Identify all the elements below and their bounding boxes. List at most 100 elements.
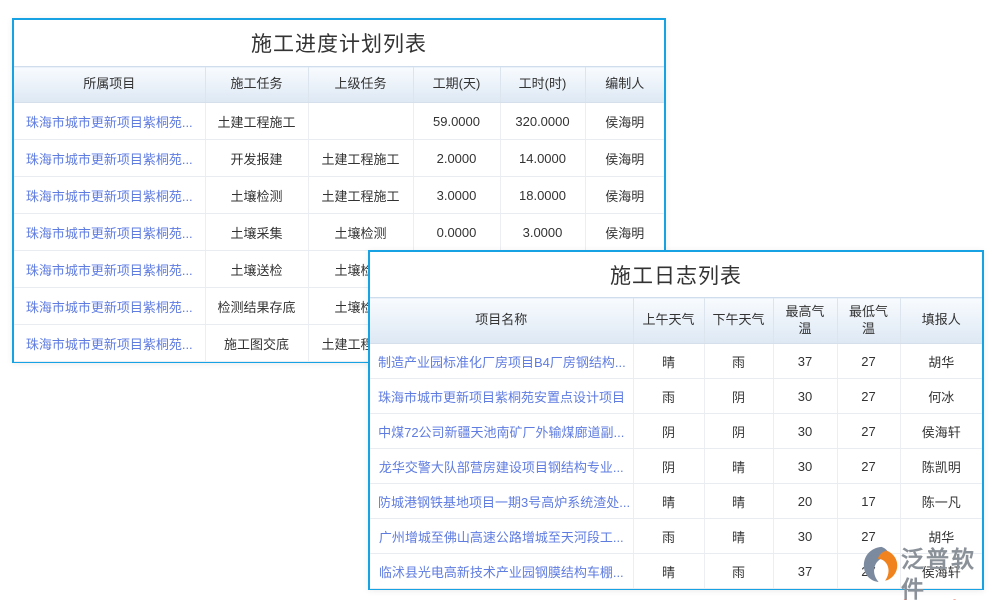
cell-author: 陈一凡 — [900, 484, 982, 519]
log-col-pm-weather: 下午天气 — [704, 298, 773, 344]
table-row: 制造产业园标准化厂房项目B4厂房钢结构...晴雨3727胡华 — [370, 344, 982, 379]
cell-pm: 阴 — [704, 379, 773, 414]
cell-am: 晴 — [633, 344, 704, 379]
plan-header-row: 所属项目 施工任务 上级任务 工期(天) 工时(时) 编制人 — [14, 67, 664, 103]
cell-min: 27 — [837, 379, 900, 414]
cell-hours: 14.0000 — [500, 140, 585, 177]
cell-project[interactable]: 珠海市城市更新项目紫桐苑... — [14, 251, 205, 288]
cell-parent: 土建工程施工 — [308, 140, 413, 177]
log-col-am-weather: 上午天气 — [633, 298, 704, 344]
cell-project[interactable]: 珠海市城市更新项目紫桐苑... — [14, 325, 205, 362]
cell-author: 侯海明 — [585, 214, 664, 251]
cell-pm: 阴 — [704, 414, 773, 449]
cell-project[interactable]: 珠海市城市更新项目紫桐苑... — [14, 103, 205, 140]
cell-min: 17 — [837, 484, 900, 519]
log-col-reporter: 填报人 — [900, 298, 982, 344]
cell-author: 侯海明 — [585, 103, 664, 140]
plan-col-duration-days: 工期(天) — [413, 67, 500, 103]
cell-task: 检测结果存底 — [205, 288, 308, 325]
table-row: 珠海市城市更新项目紫桐苑...开发报建土建工程施工2.000014.0000侯海… — [14, 140, 664, 177]
cell-author: 侯海明 — [585, 177, 664, 214]
cell-max: 30 — [773, 519, 837, 554]
cell-pm: 晴 — [704, 484, 773, 519]
cell-am: 晴 — [633, 484, 704, 519]
cell-min: 27 — [837, 414, 900, 449]
cell-max: 30 — [773, 379, 837, 414]
cell-am: 阴 — [633, 414, 704, 449]
cell-hours: 18.0000 — [500, 177, 585, 214]
log-header-row: 项目名称 上午天气 下午天气 最高气温 最低气温 填报人 — [370, 298, 982, 344]
cell-max: 37 — [773, 554, 837, 589]
table-row: 珠海市城市更新项目紫桐苑...土壤采集土壤检测0.00003.0000侯海明 — [14, 214, 664, 251]
cell-max: 20 — [773, 484, 837, 519]
plan-window-title: 施工进度计划列表 — [14, 20, 664, 66]
cell-min: 27 — [837, 519, 900, 554]
cell-hours: 3.0000 — [500, 214, 585, 251]
cell-pm: 晴 — [704, 449, 773, 484]
cell-author: 胡华 — [900, 519, 982, 554]
cell-am: 雨 — [633, 379, 704, 414]
cell-project[interactable]: 制造产业园标准化厂房项目B4厂房钢结构... — [370, 344, 633, 379]
cell-project[interactable]: 珠海市城市更新项目紫桐苑... — [14, 288, 205, 325]
cell-parent: 土壤检测 — [308, 214, 413, 251]
table-row: 防城港钢铁基地项目一期3号高炉系统渣处...晴晴2017陈一凡 — [370, 484, 982, 519]
cell-am: 阴 — [633, 449, 704, 484]
cell-min: 27 — [837, 449, 900, 484]
table-row: 临沭县光电高新技术产业园钢膜结构车棚...晴雨3727侯海轩 — [370, 554, 982, 589]
table-row: 中煤72公司新疆天池南矿厂外输煤廊道副...阴阴3027侯海轩 — [370, 414, 982, 449]
cell-am: 晴 — [633, 554, 704, 589]
cell-task: 土壤检测 — [205, 177, 308, 214]
cell-task: 施工图交底 — [205, 325, 308, 362]
cell-am: 雨 — [633, 519, 704, 554]
cell-author: 何冰 — [900, 379, 982, 414]
table-row: 珠海市城市更新项目紫桐苑...土建工程施工59.0000320.0000侯海明 — [14, 103, 664, 140]
cell-duration: 2.0000 — [413, 140, 500, 177]
cell-task: 土壤送检 — [205, 251, 308, 288]
cell-parent — [308, 103, 413, 140]
log-table: 项目名称 上午天气 下午天气 最高气温 最低气温 填报人 制造产业园标准化厂房项… — [370, 297, 982, 589]
cell-project[interactable]: 龙华交警大队部营房建设项目钢结构专业... — [370, 449, 633, 484]
table-row: 广州增城至佛山高速公路增城至天河段工...雨晴3027胡华 — [370, 519, 982, 554]
table-row: 龙华交警大队部营房建设项目钢结构专业...阴晴3027陈凯明 — [370, 449, 982, 484]
log-col-min-temp: 最低气温 — [837, 298, 900, 344]
cell-pm: 雨 — [704, 554, 773, 589]
log-list-window: 施工日志列表 项目名称 上午天气 下午天气 最高气温 最低气温 填报人 制造产业… — [368, 250, 984, 590]
plan-col-parent-task: 上级任务 — [308, 67, 413, 103]
cell-project[interactable]: 珠海市城市更新项目紫桐苑... — [14, 140, 205, 177]
cell-author: 胡华 — [900, 344, 982, 379]
cell-min: 27 — [837, 344, 900, 379]
cell-max: 30 — [773, 449, 837, 484]
cell-author: 陈凯明 — [900, 449, 982, 484]
cell-author: 侯海轩 — [900, 554, 982, 589]
cell-project[interactable]: 珠海市城市更新项目紫桐苑... — [14, 177, 205, 214]
cell-parent: 土建工程施工 — [308, 177, 413, 214]
cell-pm: 晴 — [704, 519, 773, 554]
cell-project[interactable]: 珠海市城市更新项目紫桐苑安置点设计项目 — [370, 379, 633, 414]
cell-duration: 0.0000 — [413, 214, 500, 251]
plan-col-author: 编制人 — [585, 67, 664, 103]
cell-project[interactable]: 临沭县光电高新技术产业园钢膜结构车棚... — [370, 554, 633, 589]
cell-author: 侯海轩 — [900, 414, 982, 449]
cell-max: 37 — [773, 344, 837, 379]
cell-task: 开发报建 — [205, 140, 308, 177]
cell-project[interactable]: 防城港钢铁基地项目一期3号高炉系统渣处... — [370, 484, 633, 519]
cell-hours: 320.0000 — [500, 103, 585, 140]
cell-duration: 59.0000 — [413, 103, 500, 140]
cell-min: 27 — [837, 554, 900, 589]
cell-max: 30 — [773, 414, 837, 449]
cell-author: 侯海明 — [585, 140, 664, 177]
cell-duration: 3.0000 — [413, 177, 500, 214]
cell-pm: 雨 — [704, 344, 773, 379]
cell-project[interactable]: 中煤72公司新疆天池南矿厂外输煤廊道副... — [370, 414, 633, 449]
log-window-title: 施工日志列表 — [370, 252, 982, 297]
plan-col-work-hours: 工时(时) — [500, 67, 585, 103]
table-row: 珠海市城市更新项目紫桐苑安置点设计项目雨阴3027何冰 — [370, 379, 982, 414]
log-col-project-name: 项目名称 — [370, 298, 633, 344]
log-col-max-temp: 最高气温 — [773, 298, 837, 344]
cell-task: 土壤采集 — [205, 214, 308, 251]
cell-project[interactable]: 广州增城至佛山高速公路增城至天河段工... — [370, 519, 633, 554]
plan-col-task: 施工任务 — [205, 67, 308, 103]
plan-col-project: 所属项目 — [14, 67, 205, 103]
table-row: 珠海市城市更新项目紫桐苑...土壤检测土建工程施工3.000018.0000侯海… — [14, 177, 664, 214]
cell-project[interactable]: 珠海市城市更新项目紫桐苑... — [14, 214, 205, 251]
